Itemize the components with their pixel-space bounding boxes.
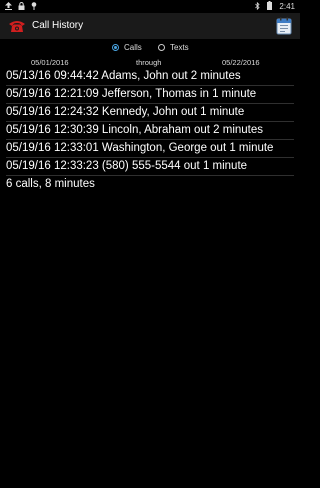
radio-texts-indicator[interactable] — [158, 44, 165, 51]
navigation-bar — [0, 466, 300, 488]
radio-texts[interactable]: Texts — [158, 43, 189, 52]
radio-texts-label: Texts — [170, 43, 189, 52]
radio-calls-indicator[interactable] — [112, 44, 119, 51]
radio-calls[interactable]: Calls — [112, 43, 142, 52]
filter-radio-group: Calls Texts — [0, 43, 300, 55]
status-bar-left — [5, 2, 37, 12]
lock-icon — [18, 2, 25, 12]
upload-icon — [5, 2, 12, 12]
calendar-icon[interactable] — [276, 17, 292, 35]
call-row[interactable]: 05/19/16 12:21:09 Jefferson, Thomas in 1… — [6, 86, 294, 104]
start-date[interactable]: 05/01/2016 — [31, 58, 69, 67]
call-row[interactable]: 05/19/16 12:33:23 (580) 555-5544 out 1 m… — [6, 158, 294, 176]
call-row[interactable]: 05/19/16 12:30:39 Lincoln, Abraham out 2… — [6, 122, 294, 140]
status-bar: 2:41 — [0, 0, 300, 13]
bluetooth-icon — [255, 1, 260, 12]
call-row[interactable]: 05/13/16 09:44:42 Adams, John out 2 minu… — [6, 68, 294, 86]
call-list: 05/13/16 09:44:42 Adams, John out 2 minu… — [6, 68, 294, 193]
call-row[interactable]: 05/19/16 12:33:01 Washington, George out… — [6, 140, 294, 158]
clock: 2:41 — [279, 2, 295, 11]
end-date[interactable]: 05/22/2016 — [222, 58, 260, 67]
battery-icon — [267, 1, 273, 12]
status-bar-right: 2:41 — [255, 1, 295, 12]
call-row[interactable]: 05/19/16 12:24:32 Kennedy, John out 1 mi… — [6, 104, 294, 122]
pin-icon — [31, 2, 37, 12]
through-label: through — [136, 58, 162, 67]
call-summary: 6 calls, 8 minutes — [6, 178, 95, 190]
red-telephone-icon — [8, 19, 26, 33]
radio-calls-label: Calls — [124, 43, 142, 52]
date-range: 05/01/2016 through 05/22/2016 — [0, 58, 300, 68]
app-bar: Call History — [0, 13, 300, 39]
page-title: Call History — [32, 20, 84, 31]
